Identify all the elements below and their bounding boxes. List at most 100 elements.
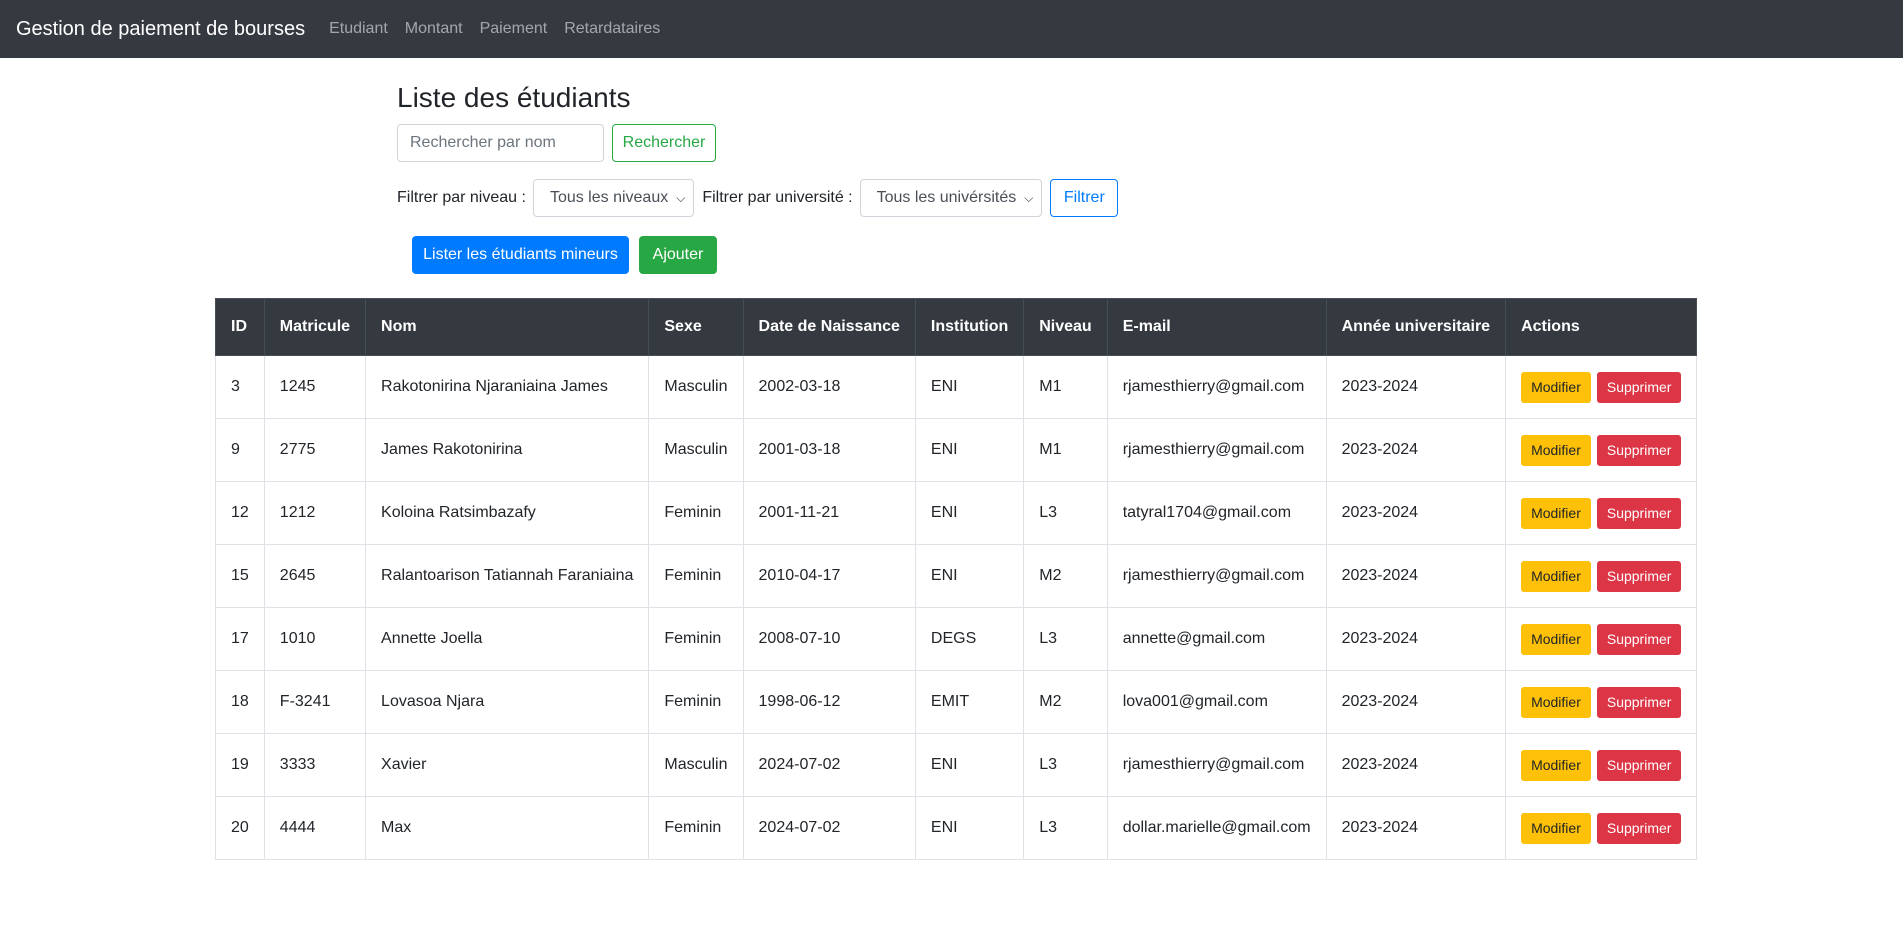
cell-nom: Annette Joella — [365, 607, 650, 671]
cell-actions: Modifier Supprimer — [1505, 418, 1698, 482]
delete-button[interactable]: Supprimer — [1596, 812, 1682, 844]
edit-button[interactable]: Modifier — [1521, 749, 1591, 781]
cell-id: 12 — [215, 481, 265, 545]
cell-actions: Modifier Supprimer — [1505, 733, 1698, 797]
edit-button[interactable]: Modifier — [1521, 497, 1591, 529]
nav-link-montant[interactable]: Montant — [405, 20, 463, 38]
cell-matricule: 1212 — [263, 481, 367, 545]
cell-institution: ENI — [914, 544, 1025, 608]
delete-button[interactable]: Supprimer — [1596, 560, 1682, 592]
cell-date-naissance: 2001-03-18 — [742, 418, 916, 482]
cell-annee: 2023-2024 — [1325, 796, 1507, 860]
header-institution: Institution — [914, 298, 1025, 356]
cell-email: rjamesthierry@gmail.com — [1106, 733, 1327, 797]
cell-id: 20 — [215, 796, 265, 860]
cell-id: 15 — [215, 544, 265, 608]
edit-button[interactable]: Modifier — [1521, 623, 1591, 655]
cell-niveau: L3 — [1023, 733, 1108, 797]
header-date-naissance: Date de Naissance — [742, 298, 916, 356]
search-button[interactable]: Rechercher — [612, 124, 716, 162]
chevron-down-icon: ⌵ — [1024, 190, 1034, 205]
edit-button[interactable]: Modifier — [1521, 371, 1591, 403]
level-select-value: Tous les niveaux — [549, 189, 669, 206]
delete-button[interactable]: Supprimer — [1596, 371, 1682, 403]
university-select[interactable]: Tous les univérsités ⌵ — [859, 179, 1043, 217]
cell-email: lova001@gmail.com — [1106, 670, 1327, 734]
delete-button[interactable]: Supprimer — [1596, 497, 1682, 529]
cell-annee: 2023-2024 — [1325, 481, 1507, 545]
cell-niveau: M2 — [1023, 670, 1108, 734]
filter-button[interactable]: Filtrer — [1050, 179, 1119, 217]
cell-sexe: Masculin — [648, 733, 744, 797]
cell-institution: ENI — [914, 418, 1025, 482]
cell-date-naissance: 1998-06-12 — [742, 670, 916, 734]
filter-row: Filtrer par niveau : Tous les niveaux ⌵ … — [397, 179, 1119, 217]
cell-annee: 2023-2024 — [1325, 733, 1507, 797]
cell-date-naissance: 2008-07-10 — [742, 607, 916, 671]
edit-button[interactable]: Modifier — [1521, 686, 1591, 718]
cell-actions: Modifier Supprimer — [1505, 355, 1698, 419]
nav-link-etudiant[interactable]: Etudiant — [329, 20, 388, 38]
cell-actions: Modifier Supprimer — [1505, 670, 1698, 734]
table-header-row: ID Matricule Nom Sexe Date de Naissance … — [215, 298, 1698, 356]
table-row: 20 4444 Max Feminin 2024-07-02 ENI L3 dollar.ma… — [215, 796, 1698, 860]
cell-annee: 2023-2024 — [1325, 418, 1507, 482]
edit-button[interactable]: Modifier — [1521, 812, 1591, 844]
cell-email: dollar.marielle@gmail.com — [1106, 796, 1327, 860]
cell-sexe: Feminin — [648, 544, 744, 608]
navbar-brand[interactable]: Gestion de paiement de bourses — [16, 18, 305, 41]
cell-matricule: 2775 — [263, 418, 367, 482]
delete-button[interactable]: Supprimer — [1596, 434, 1682, 466]
cell-annee: 2023-2024 — [1325, 607, 1507, 671]
cell-id: 19 — [215, 733, 265, 797]
cell-actions: Modifier Supprimer — [1505, 481, 1698, 545]
chevron-down-icon: ⌵ — [676, 190, 686, 205]
delete-button[interactable]: Supprimer — [1596, 686, 1682, 718]
cell-date-naissance: 2001-11-21 — [742, 481, 916, 545]
header-id: ID — [215, 298, 265, 356]
cell-sexe: Feminin — [648, 796, 744, 860]
header-nom: Nom — [365, 298, 650, 356]
cell-sexe: Feminin — [648, 481, 744, 545]
delete-button[interactable]: Supprimer — [1596, 623, 1682, 655]
list-minors-button[interactable]: Lister les étudiants mineurs — [412, 236, 629, 274]
cell-matricule: 1245 — [263, 355, 367, 419]
cell-email: rjamesthierry@gmail.com — [1106, 544, 1327, 608]
cell-id: 9 — [215, 418, 265, 482]
cell-institution: ENI — [914, 796, 1025, 860]
cell-id: 3 — [215, 355, 265, 419]
students-table: ID Matricule Nom Sexe Date de Naissance … — [215, 298, 1698, 860]
nav-link-retardataires[interactable]: Retardataires — [564, 20, 660, 38]
add-button[interactable]: Ajouter — [639, 236, 717, 274]
edit-button[interactable]: Modifier — [1521, 560, 1591, 592]
cell-institution: EMIT — [914, 670, 1025, 734]
header-niveau: Niveau — [1023, 298, 1108, 356]
delete-button[interactable]: Supprimer — [1596, 749, 1682, 781]
table-row: 9 2775 James Rakotonirina Masculin 2001-03-1… — [215, 418, 1698, 482]
header-annee: Année universitaire — [1325, 298, 1507, 356]
page-title: Liste des étudiants — [397, 82, 631, 113]
nav-link-paiement[interactable]: Paiement — [480, 20, 548, 38]
university-select-value: Tous les univérsités — [876, 189, 1017, 206]
cell-nom: Lovasoa Njara — [365, 670, 650, 734]
table-body: 3 1245 Rakotonirina Njaraniaina James Mascu… — [215, 355, 1698, 860]
cell-date-naissance: 2010-04-17 — [742, 544, 916, 608]
table-row: 19 3333 Xavier Masculin 2024-07-02 ENI L3 rjame… — [215, 733, 1698, 797]
cell-actions: Modifier Supprimer — [1505, 544, 1698, 608]
level-select[interactable]: Tous les niveaux ⌵ — [532, 179, 695, 217]
navbar: Gestion de paiement de bourses Etudiant … — [0, 0, 1903, 58]
cell-email: rjamesthierry@gmail.com — [1106, 355, 1327, 419]
table-row: 18 F-3241 Lovasoa Njara Feminin 1998-06-12 EM… — [215, 670, 1698, 734]
cell-matricule: 4444 — [263, 796, 367, 860]
cell-niveau: L3 — [1023, 607, 1108, 671]
edit-button[interactable]: Modifier — [1521, 434, 1591, 466]
cell-nom: Max — [365, 796, 650, 860]
cell-nom: Koloina Ratsimbazafy — [365, 481, 650, 545]
cell-matricule: F-3241 — [263, 670, 367, 734]
cell-actions: Modifier Supprimer — [1505, 796, 1698, 860]
cell-sexe: Feminin — [648, 670, 744, 734]
search-input[interactable] — [397, 124, 604, 162]
cell-id: 18 — [215, 670, 265, 734]
university-filter-label: Filtrer par université : — [702, 189, 853, 206]
cell-niveau: M2 — [1023, 544, 1108, 608]
